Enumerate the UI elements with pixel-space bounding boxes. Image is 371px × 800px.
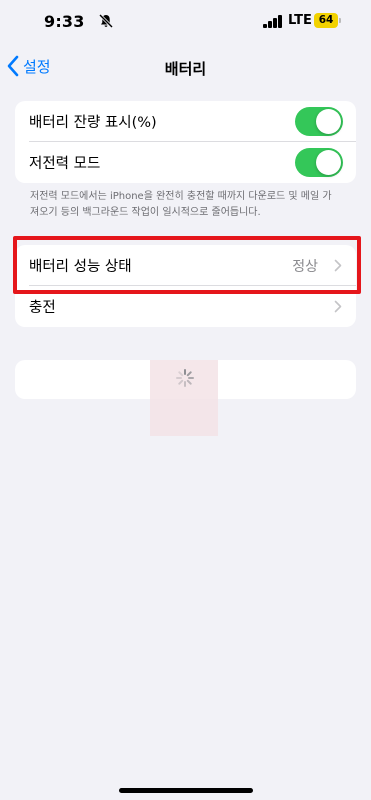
chevron-right-icon bbox=[334, 300, 342, 313]
spinner-icon bbox=[176, 369, 194, 387]
battery-percentage-toggle[interactable] bbox=[295, 107, 343, 136]
row-low-power-mode: 저전력 모드 bbox=[15, 142, 356, 183]
row-battery-health[interactable]: 배터리 성능 상태 정상 bbox=[15, 245, 356, 286]
bell-slash-icon bbox=[98, 13, 114, 29]
toggle-knob bbox=[316, 109, 341, 134]
row-label: 배터리 성능 상태 bbox=[29, 259, 132, 275]
row-label: 저전력 모드 bbox=[29, 156, 101, 172]
settings-group-toggles: 배터리 잔량 표시(%) 저전력 모드 bbox=[15, 101, 356, 183]
low-power-mode-toggle[interactable] bbox=[295, 148, 343, 177]
settings-group-nav: 배터리 성능 상태 정상 충전 bbox=[15, 245, 356, 327]
battery-health-value: 정상 bbox=[292, 258, 318, 275]
battery-level: 64 bbox=[318, 14, 334, 26]
chevron-right-icon bbox=[334, 259, 342, 272]
nav-bar: 설정 배터리 bbox=[0, 44, 371, 88]
signal-bars-icon bbox=[263, 15, 283, 28]
page-title: 배터리 bbox=[164, 60, 207, 78]
row-label: 충전 bbox=[29, 300, 56, 316]
status-bar: 9:33 LTE 64 bbox=[0, 0, 371, 44]
row-label: 배터리 잔량 표시(%) bbox=[29, 115, 157, 131]
battery-icon: 64 bbox=[314, 13, 338, 28]
row-battery-percentage: 배터리 잔량 표시(%) bbox=[15, 101, 356, 142]
home-indicator bbox=[119, 788, 253, 793]
status-time: 9:33 bbox=[44, 12, 85, 31]
toggle-knob bbox=[316, 150, 341, 175]
low-power-footnote: 저전력 모드에서는 iPhone을 완전히 충전할 때까지 다운로드 및 메일 … bbox=[30, 191, 332, 218]
network-label: LTE bbox=[288, 13, 312, 28]
row-charging[interactable]: 충전 bbox=[15, 286, 356, 327]
battery-tip bbox=[339, 18, 341, 23]
